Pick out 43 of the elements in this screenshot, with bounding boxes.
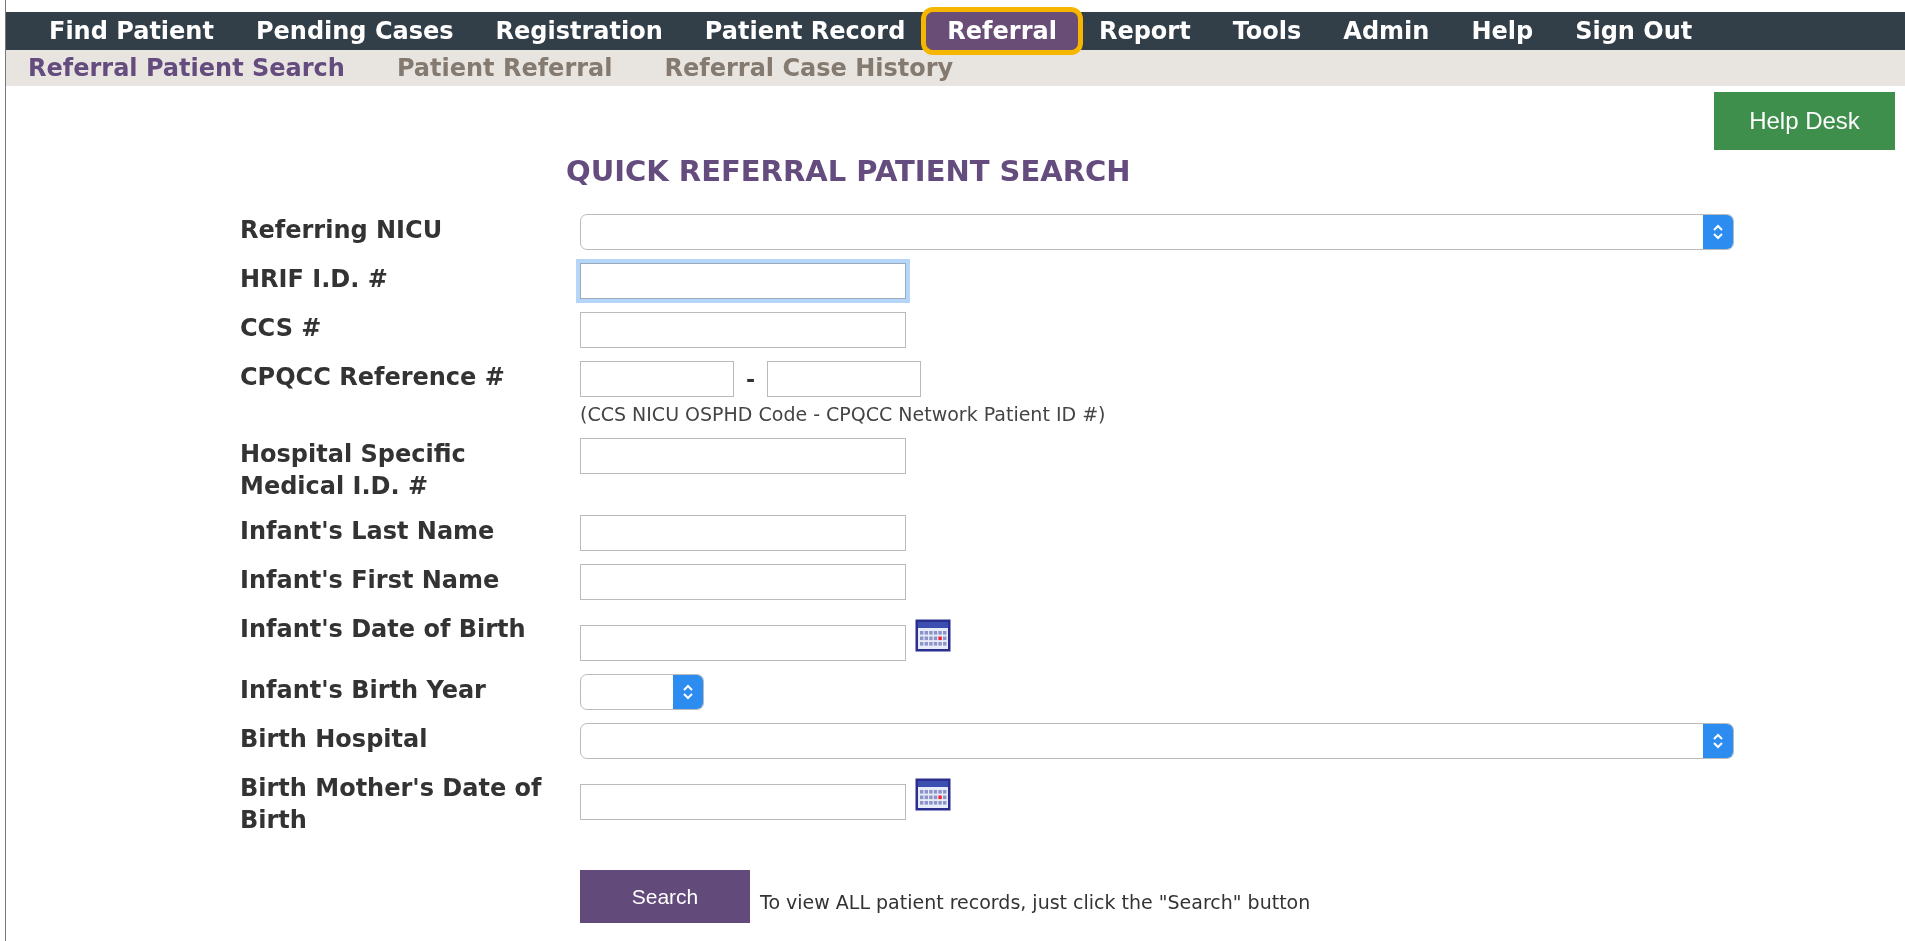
dropdown[interactable]: [580, 723, 1734, 759]
nav-tab[interactable]: Report: [1077, 12, 1212, 50]
nav-tab[interactable]: Sign Out: [1554, 12, 1714, 50]
calendar-icon[interactable]: [915, 778, 951, 811]
nav-tab[interactable]: Patient Record: [683, 12, 927, 50]
field-label: Infant's Date of Birth: [240, 614, 527, 645]
chevron-icon: [673, 675, 703, 709]
field-label: HRIF I.D. #: [240, 264, 389, 295]
help-desk-button[interactable]: Help Desk: [1714, 92, 1895, 150]
nav-tab[interactable]: Pending Cases: [234, 12, 475, 50]
sub-nav-tab[interactable]: Referral Patient Search: [28, 54, 345, 82]
search-button[interactable]: Search: [580, 870, 750, 923]
input-field[interactable]: [580, 312, 906, 348]
nav-tab[interactable]: Find Patient: [28, 12, 235, 50]
input-field[interactable]: [767, 361, 922, 397]
input-field[interactable]: [580, 438, 906, 474]
input-field[interactable]: [580, 784, 906, 820]
field-label: Birth Mother's Date of Birth: [240, 773, 543, 836]
chevron-icon: [1703, 215, 1733, 249]
field-label: Birth Hospital: [240, 724, 429, 755]
input-field[interactable]: [580, 564, 906, 600]
field-label: CPQCC Reference #: [240, 362, 506, 393]
field-label: CCS #: [240, 313, 323, 344]
field-label: Hospital Specific Medical I.D. #: [240, 439, 467, 502]
nav-tab[interactable]: Help: [1450, 12, 1555, 50]
separator-dash: -: [746, 366, 756, 392]
nav-tab[interactable]: Tools: [1211, 12, 1323, 50]
input-field[interactable]: [580, 625, 906, 661]
field-label: Referring NICU: [240, 215, 444, 246]
input-field[interactable]: [580, 515, 906, 551]
nav-tab[interactable]: Admin: [1322, 12, 1451, 50]
calendar-icon[interactable]: [915, 619, 951, 652]
nav-tab[interactable]: Registration: [474, 12, 684, 50]
search-hint: To view ALL patient records, just click the "Search" button: [760, 891, 1311, 915]
chevron-icon: [1703, 724, 1733, 758]
form-title: QUICK REFERRAL PATIENT SEARCH: [566, 154, 1131, 188]
field-label: Infant's Last Name: [240, 516, 496, 547]
field-hint: (CCS NICU OSPHD Code - CPQCC Network Patient ID #): [580, 403, 1107, 425]
field-label: Infant's Birth Year: [240, 675, 487, 706]
dropdown[interactable]: [580, 674, 704, 710]
field-label: Infant's First Name: [240, 565, 501, 596]
input-field[interactable]: [580, 361, 734, 397]
dropdown[interactable]: [580, 214, 1734, 250]
